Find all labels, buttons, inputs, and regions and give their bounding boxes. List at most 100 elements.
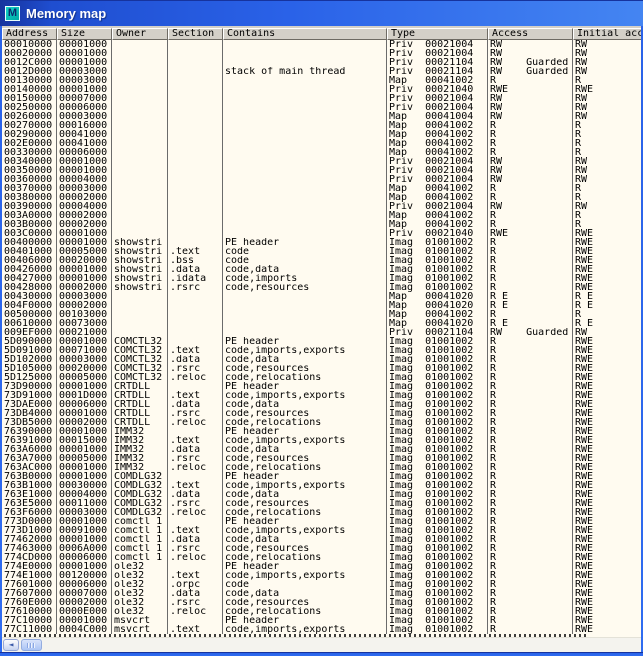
table-row[interactable]: 7746200000001000comctl_1.datacode,dataIm… bbox=[2, 535, 641, 544]
column-header-owner[interactable]: Owner bbox=[112, 28, 168, 40]
table-row[interactable]: 773D100000091000comctl_1.textcode,import… bbox=[2, 526, 641, 535]
table-row[interactable]: 003B000000002000Map 00041002RR bbox=[2, 220, 641, 229]
table-row[interactable]: 7639000000001000IMM32PE headerImag 01001… bbox=[2, 427, 641, 436]
table-row[interactable]: 776100000000E000ole32.reloccode,relocati… bbox=[2, 607, 641, 616]
table-row[interactable]: 0012D00000003000stack of main threadPriv… bbox=[2, 67, 641, 76]
table-row[interactable]: 0040600000020000showstri.bsscodeImag 010… bbox=[2, 256, 641, 265]
table-row[interactable]: 5D10500000020000COMCTL32.rsrccode,resour… bbox=[2, 364, 641, 373]
cell-size: 00006000 bbox=[57, 580, 112, 589]
table-row[interactable]: 0033000000006000Map 00041002RR bbox=[2, 148, 641, 157]
table-row[interactable]: 763B100000030000COMDLG32.textcode,import… bbox=[2, 481, 641, 490]
table-row[interactable]: 763AC00000001000IMM32.reloccode,relocati… bbox=[2, 463, 641, 472]
table-row[interactable]: 7760100000006000ole32.orpccodeImag 01001… bbox=[2, 580, 641, 589]
table-row[interactable]: 5D10200000003000COMCTL32.datacode,dataIm… bbox=[2, 355, 641, 364]
table-row[interactable]: 0034000000001000Priv 00021004RWRW bbox=[2, 157, 641, 166]
table-row[interactable]: 0013000000003000Map 00041002RR bbox=[2, 76, 641, 85]
table-row[interactable]: 0001000000001000Priv 00021004RWRW bbox=[2, 40, 641, 49]
table-row[interactable]: 774CD00000006000comctl_1.reloccode,reloc… bbox=[2, 553, 641, 562]
memory-map-window-icon[interactable]: M bbox=[5, 6, 20, 21]
cell-type: Imag 01001002 bbox=[387, 247, 488, 256]
table-row[interactable]: 774E000000001000ole32PE headerImag 01001… bbox=[2, 562, 641, 571]
table-row[interactable]: 7639100000015000IMM32.textcode,imports,e… bbox=[2, 436, 641, 445]
cell-init: R bbox=[573, 121, 641, 130]
table-row[interactable]: 77C110000004C000msvcrt.textcode,imports,… bbox=[2, 625, 641, 634]
table-row[interactable]: 77C1000000001000msvcrtPE headerImag 0100… bbox=[2, 616, 641, 625]
table-row[interactable]: 002E000000041000Map 00041002RR bbox=[2, 139, 641, 148]
table-row[interactable]: 7760E00000002000ole32.rsrccode,resources… bbox=[2, 598, 641, 607]
table-row[interactable]: 763F600000003000COMDLG32.reloccode,reloc… bbox=[2, 508, 641, 517]
table-row[interactable]: 763E100000004000COMDLG32.datacode,dataIm… bbox=[2, 490, 641, 499]
table-row[interactable]: 5D09100000071000COMCTL32.textcode,import… bbox=[2, 346, 641, 355]
cell-owner: COMCTL32 bbox=[112, 346, 168, 355]
table-row[interactable]: 763E500000011000COMDLG32.rsrccode,resour… bbox=[2, 499, 641, 508]
table-row[interactable]: 763B000000001000COMDLG32PE headerImag 01… bbox=[2, 472, 641, 481]
table-row[interactable]: 0002000000001000Priv 00021004RWRW bbox=[2, 49, 641, 58]
table-row[interactable]: 0042800000002000showstri.rsrccode,resour… bbox=[2, 283, 641, 292]
table-row[interactable]: 0012C00000001000Priv 00021104RW GuardedR… bbox=[2, 58, 641, 67]
scroll-left-button[interactable]: ◄ bbox=[3, 639, 19, 651]
column-header-init[interactable]: Initial acc bbox=[573, 28, 641, 40]
cell-addr: 773D1000 bbox=[2, 526, 57, 535]
column-header-type[interactable]: Type bbox=[387, 28, 488, 40]
table-row[interactable]: 0015000000007000Priv 00021004RWRW bbox=[2, 94, 641, 103]
table-row[interactable]: 7760700000007000ole32.datacode,dataImag … bbox=[2, 589, 641, 598]
column-header-size[interactable]: Size bbox=[57, 28, 112, 40]
cell-init: RWE bbox=[573, 364, 641, 373]
table-row[interactable]: 73DAE00000006000CRTDLL.datacode,dataImag… bbox=[2, 400, 641, 409]
table-row[interactable]: 0050000000103000Map 00041002RR bbox=[2, 310, 641, 319]
table-row[interactable]: 763A600000001000IMM32.datacode,dataImag … bbox=[2, 445, 641, 454]
table-row[interactable]: 0027000000016000Map 00041002RR bbox=[2, 121, 641, 130]
table-row[interactable]: 0014000000001000Priv 00021040RWERWE bbox=[2, 85, 641, 94]
table-row[interactable]: 0042700000001000showstri.idatacode,impor… bbox=[2, 274, 641, 283]
horizontal-scrollbar[interactable]: ◄ bbox=[2, 637, 641, 652]
table-row[interactable]: 774630000006A000comctl_1.rsrccode,resour… bbox=[2, 544, 641, 553]
table-row[interactable]: 0061000000073000Map 00041020R ER E bbox=[2, 319, 641, 328]
scrollbar-thumb[interactable] bbox=[21, 639, 42, 651]
table-row[interactable]: 0039000000004000Priv 00021004RWRW bbox=[2, 202, 641, 211]
table-row[interactable]: 0042600000001000showstri.datacode,dataIm… bbox=[2, 265, 641, 274]
table-row[interactable]: 773D000000001000comctl_1PE headerImag 01… bbox=[2, 517, 641, 526]
table-row[interactable]: 0036000000004000Priv 00021004RWRW bbox=[2, 175, 641, 184]
table-row[interactable]: 0025000000006000Priv 00021004RWRW bbox=[2, 103, 641, 112]
column-header-addr[interactable]: Address bbox=[2, 28, 57, 40]
cell-access: RW bbox=[488, 175, 573, 184]
column-header-section[interactable]: Section bbox=[168, 28, 223, 40]
cell-contains bbox=[223, 202, 387, 211]
cell-init: RW bbox=[573, 175, 641, 184]
cell-type: Map 00041002 bbox=[387, 76, 488, 85]
table-row[interactable]: 0043000000003000Map 00041020R ER E bbox=[2, 292, 641, 301]
cell-addr: 003B0000 bbox=[2, 220, 57, 229]
table-row[interactable]: 73DB500000002000CRTDLL.reloccode,relocat… bbox=[2, 418, 641, 427]
table-row[interactable]: 0040100000005000showstri.textcodeImag 01… bbox=[2, 247, 641, 256]
table-row[interactable]: 73DB400000001000CRTDLL.rsrccode,resource… bbox=[2, 409, 641, 418]
table-row[interactable]: 0040000000001000showstriPE headerImag 01… bbox=[2, 238, 641, 247]
table-row[interactable]: 003C000000001000Priv 00021040RWERWE bbox=[2, 229, 641, 238]
table-row[interactable]: 0037000000003000Map 00041002RR bbox=[2, 184, 641, 193]
table-row[interactable]: 73D9000000001000CRTDLLPE headerImag 0100… bbox=[2, 382, 641, 391]
table-row[interactable]: 774E100000120000ole32.textcode,imports,e… bbox=[2, 571, 641, 580]
table-row[interactable]: 004F000000002000Map 00041020R ER E bbox=[2, 301, 641, 310]
title-bar[interactable]: M Memory map bbox=[0, 0, 643, 26]
cell-type: Imag 01001002 bbox=[387, 355, 488, 364]
table-row[interactable]: 0026000000003000Map 00041004RWRW bbox=[2, 112, 641, 121]
cell-contains bbox=[223, 193, 387, 202]
cell-init: RWE bbox=[573, 337, 641, 346]
table-row[interactable]: 009EF00000021000Priv 00021104RW GuardedR… bbox=[2, 328, 641, 337]
cell-contains bbox=[223, 166, 387, 175]
table-row[interactable]: 0029000000041000Map 00041002RR bbox=[2, 130, 641, 139]
cell-type: Imag 01001002 bbox=[387, 337, 488, 346]
table-row[interactable]: 0038000000002000Map 00041002RR bbox=[2, 193, 641, 202]
table-row[interactable]: 0035000000001000Priv 00021004RWRW bbox=[2, 166, 641, 175]
column-header-contains[interactable]: Contains bbox=[223, 28, 387, 40]
cell-contains: code,imports bbox=[223, 274, 387, 283]
cell-owner bbox=[112, 103, 168, 112]
table-row[interactable]: 73D910000001D000CRTDLL.textcode,imports,… bbox=[2, 391, 641, 400]
cell-access: R bbox=[488, 409, 573, 418]
table-row[interactable]: 003A000000002000Map 00041002RR bbox=[2, 211, 641, 220]
column-header-access[interactable]: Access bbox=[488, 28, 573, 40]
table-row[interactable]: 5D12500000005000COMCTL32.reloccode,reloc… bbox=[2, 373, 641, 382]
cell-contains: code,imports,exports bbox=[223, 571, 387, 580]
table-row[interactable]: 5D09000000001000COMCTL32PE headerImag 01… bbox=[2, 337, 641, 346]
table-row[interactable]: 763A700000005000IMM32.rsrccode,resources… bbox=[2, 454, 641, 463]
cell-addr: 00020000 bbox=[2, 49, 57, 58]
